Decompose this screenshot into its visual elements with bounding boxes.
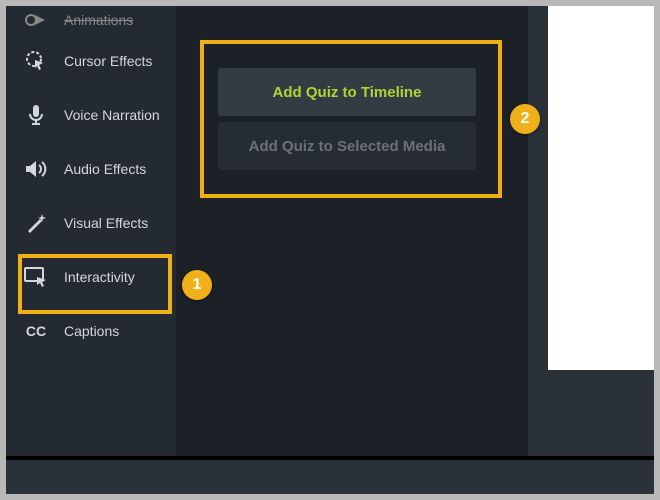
sidebar-item-label: Visual Effects — [64, 215, 148, 231]
sidebar-item-voice-narration[interactable]: Voice Narration — [6, 88, 176, 142]
sidebar-item-animations[interactable]: Animations — [6, 6, 176, 34]
callout-marker-1: 1 — [182, 270, 212, 300]
sidebar-item-interactivity[interactable]: Interactivity — [6, 250, 176, 304]
sidebar-item-visual-effects[interactable]: Visual Effects — [6, 196, 176, 250]
sidebar: Animations Cursor Effects Voice Narratio… — [6, 6, 176, 456]
sidebar-item-label: Audio Effects — [64, 161, 146, 177]
sidebar-item-label: Voice Narration — [64, 107, 160, 123]
interactivity-icon — [24, 265, 48, 289]
animations-icon — [24, 8, 48, 32]
sidebar-item-label: Cursor Effects — [64, 53, 152, 69]
bottom-bar — [6, 460, 654, 494]
button-label: Add Quiz to Timeline — [273, 84, 422, 101]
right-gutter — [528, 6, 654, 456]
sidebar-item-label: Interactivity — [64, 269, 135, 285]
sidebar-item-audio-effects[interactable]: Audio Effects — [6, 142, 176, 196]
button-label: Add Quiz to Selected Media — [249, 138, 446, 155]
preview-panel — [548, 6, 654, 370]
visual-effects-icon — [24, 211, 48, 235]
audio-effects-icon — [24, 157, 48, 181]
main-panel: Add Quiz to Timeline Add Quiz to Selecte… — [176, 6, 654, 456]
quiz-button-group: Add Quiz to Timeline Add Quiz to Selecte… — [210, 54, 484, 184]
callout-marker-2: 2 — [510, 104, 540, 134]
screenshot-frame: Animations Cursor Effects Voice Narratio… — [6, 6, 654, 494]
sidebar-item-captions[interactable]: CC Captions — [6, 304, 176, 358]
sidebar-item-label: Animations — [64, 12, 133, 28]
sidebar-item-label: Captions — [64, 323, 119, 339]
add-quiz-selected-media-button: Add Quiz to Selected Media — [218, 122, 476, 170]
add-quiz-timeline-button[interactable]: Add Quiz to Timeline — [218, 68, 476, 116]
voice-narration-icon — [24, 103, 48, 127]
sidebar-item-cursor-effects[interactable]: Cursor Effects — [6, 34, 176, 88]
app-window: Animations Cursor Effects Voice Narratio… — [6, 6, 654, 456]
cursor-effects-icon — [24, 49, 48, 73]
captions-icon: CC — [24, 319, 48, 343]
